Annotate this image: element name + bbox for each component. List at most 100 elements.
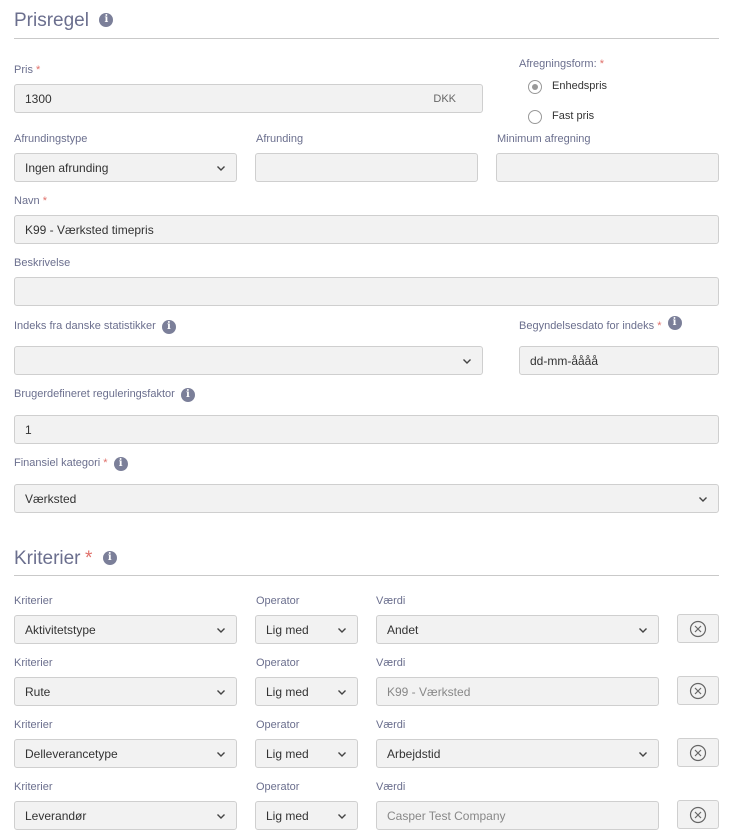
vaerdi-select[interactable]: Arbejdstid bbox=[376, 739, 659, 768]
chevron-down-icon bbox=[638, 625, 648, 635]
chevron-down-icon bbox=[216, 163, 226, 173]
kriterie-col-label: Kriterier bbox=[14, 781, 53, 793]
begyndelsesdato-input[interactable]: dd-mm-åååå bbox=[519, 346, 719, 375]
minimum-afregning-label: Minimum afregning bbox=[497, 133, 591, 145]
kriterie-col-label: Kriterier bbox=[14, 595, 53, 607]
operator-col-label: Operator bbox=[256, 595, 300, 607]
remove-circle-x-icon bbox=[689, 806, 707, 824]
info-icon[interactable]: i bbox=[113, 457, 128, 471]
operator-select[interactable]: Lig med bbox=[255, 739, 358, 768]
begyndelsesdato-placeholder: dd-mm-åååå bbox=[530, 353, 599, 368]
beskrivelse-label: Beskrivelse bbox=[14, 257, 71, 269]
section-divider bbox=[14, 575, 719, 576]
section-divider bbox=[14, 38, 719, 39]
navn-label: Navn * bbox=[14, 195, 48, 207]
remove-kriterie-button[interactable] bbox=[677, 800, 719, 829]
operator-select[interactable]: Lig med bbox=[255, 677, 358, 706]
radio-fast-pris[interactable] bbox=[528, 110, 542, 124]
required-marker: * bbox=[84, 548, 93, 569]
kriterie-value: Rute bbox=[25, 684, 51, 699]
afrundingstype-label: Afrundingstype bbox=[14, 133, 88, 145]
faktor-input[interactable]: 1 bbox=[14, 415, 719, 444]
section-prisregel: Prisregel i bbox=[14, 10, 114, 32]
info-icon[interactable]: i bbox=[102, 551, 117, 565]
operator-col-label: Operator bbox=[256, 781, 300, 793]
remove-circle-x-icon bbox=[689, 620, 707, 638]
info-icon[interactable]: i bbox=[667, 316, 682, 330]
kriterie-select[interactable]: Aktivitetstype bbox=[14, 615, 237, 644]
section-title-prisregel: Prisregel bbox=[14, 10, 89, 31]
remove-kriterie-button[interactable] bbox=[677, 676, 719, 705]
remove-circle-x-icon bbox=[689, 744, 707, 762]
section-title-kriterier: Kriterier bbox=[14, 548, 81, 569]
kategori-label: Finansiel kategori * i bbox=[14, 457, 128, 471]
remove-circle-x-icon bbox=[689, 682, 707, 700]
vaerdi-col-label: Værdi bbox=[376, 781, 406, 793]
kriterie-value: Delleverancetype bbox=[25, 746, 118, 761]
chevron-down-icon bbox=[216, 687, 226, 697]
faktor-value: 1 bbox=[25, 422, 32, 437]
info-icon[interactable]: i bbox=[180, 388, 195, 402]
chevron-down-icon bbox=[337, 811, 347, 821]
vaerdi-input[interactable]: Casper Test Company bbox=[376, 801, 659, 830]
chevron-down-icon bbox=[698, 494, 708, 504]
minimum-afregning-input[interactable] bbox=[496, 153, 719, 182]
navn-input[interactable]: K99 - Værksted timepris bbox=[14, 215, 719, 244]
kriterie-col-label: Kriterier bbox=[14, 719, 53, 731]
navn-value: K99 - Værksted timepris bbox=[25, 222, 154, 237]
pris-label: Pris * bbox=[14, 64, 41, 76]
afrunding-label: Afrunding bbox=[256, 133, 304, 145]
info-icon[interactable]: i bbox=[161, 320, 176, 334]
info-icon[interactable]: i bbox=[99, 13, 114, 27]
section-kriterier: Kriterier * i bbox=[14, 548, 117, 570]
pris-value: 1300 bbox=[25, 91, 52, 106]
chevron-down-icon bbox=[462, 356, 472, 366]
remove-kriterie-button[interactable] bbox=[677, 614, 719, 643]
radio-enhedspris[interactable] bbox=[528, 80, 542, 94]
kriterie-select[interactable]: Rute bbox=[14, 677, 237, 706]
chevron-down-icon bbox=[216, 749, 226, 759]
operator-select[interactable]: Lig med bbox=[255, 801, 358, 830]
vaerdi-value: Andet bbox=[387, 622, 419, 637]
vaerdi-select[interactable]: Andet bbox=[376, 615, 659, 644]
operator-value: Lig med bbox=[266, 746, 309, 761]
chevron-down-icon bbox=[216, 811, 226, 821]
afrundingstype-value: Ingen afrunding bbox=[25, 160, 109, 175]
currency-unit: DKK bbox=[433, 92, 456, 105]
operator-value: Lig med bbox=[266, 808, 309, 823]
operator-select[interactable]: Lig med bbox=[255, 615, 358, 644]
afrundingstype-select[interactable]: Ingen afrunding bbox=[14, 153, 237, 182]
radio-enhedspris-label[interactable]: Enhedspris bbox=[552, 80, 607, 92]
vaerdi-value: Arbejdstid bbox=[387, 746, 441, 761]
beskrivelse-input[interactable] bbox=[14, 277, 719, 306]
kriterie-value: Leverandør bbox=[25, 808, 87, 823]
vaerdi-col-label: Værdi bbox=[376, 719, 406, 731]
vaerdi-col-label: Værdi bbox=[376, 657, 406, 669]
kriterie-col-label: Kriterier bbox=[14, 657, 53, 669]
kriterie-select[interactable]: Delleverancetype bbox=[14, 739, 237, 768]
remove-kriterie-button[interactable] bbox=[677, 738, 719, 767]
begyndelsesdato-label: Begyndelsesdato for indeks * i bbox=[519, 316, 682, 334]
operator-value: Lig med bbox=[266, 684, 309, 699]
pris-input[interactable]: 1300 DKK bbox=[14, 84, 483, 113]
indeks-select[interactable] bbox=[14, 346, 483, 375]
kriterie-value: Aktivitetstype bbox=[25, 622, 96, 637]
chevron-down-icon bbox=[638, 749, 648, 759]
chevron-down-icon bbox=[337, 749, 347, 759]
indeks-label: Indeks fra danske statistikker i bbox=[14, 320, 176, 334]
chevron-down-icon bbox=[216, 625, 226, 635]
vaerdi-input[interactable]: K99 - Værksted bbox=[376, 677, 659, 706]
kategori-select[interactable]: Værksted bbox=[14, 484, 719, 513]
afrunding-input[interactable] bbox=[255, 153, 478, 182]
vaerdi-value: K99 - Værksted bbox=[387, 684, 471, 699]
vaerdi-value: Casper Test Company bbox=[387, 808, 506, 823]
kriterie-select[interactable]: Leverandør bbox=[14, 801, 237, 830]
operator-col-label: Operator bbox=[256, 657, 300, 669]
kategori-value: Værksted bbox=[25, 491, 77, 506]
afregningsform-label: Afregningsform: * bbox=[519, 58, 604, 70]
operator-col-label: Operator bbox=[256, 719, 300, 731]
radio-fast-pris-label[interactable]: Fast pris bbox=[552, 110, 594, 122]
vaerdi-col-label: Værdi bbox=[376, 595, 406, 607]
operator-value: Lig med bbox=[266, 622, 309, 637]
chevron-down-icon bbox=[337, 687, 347, 697]
